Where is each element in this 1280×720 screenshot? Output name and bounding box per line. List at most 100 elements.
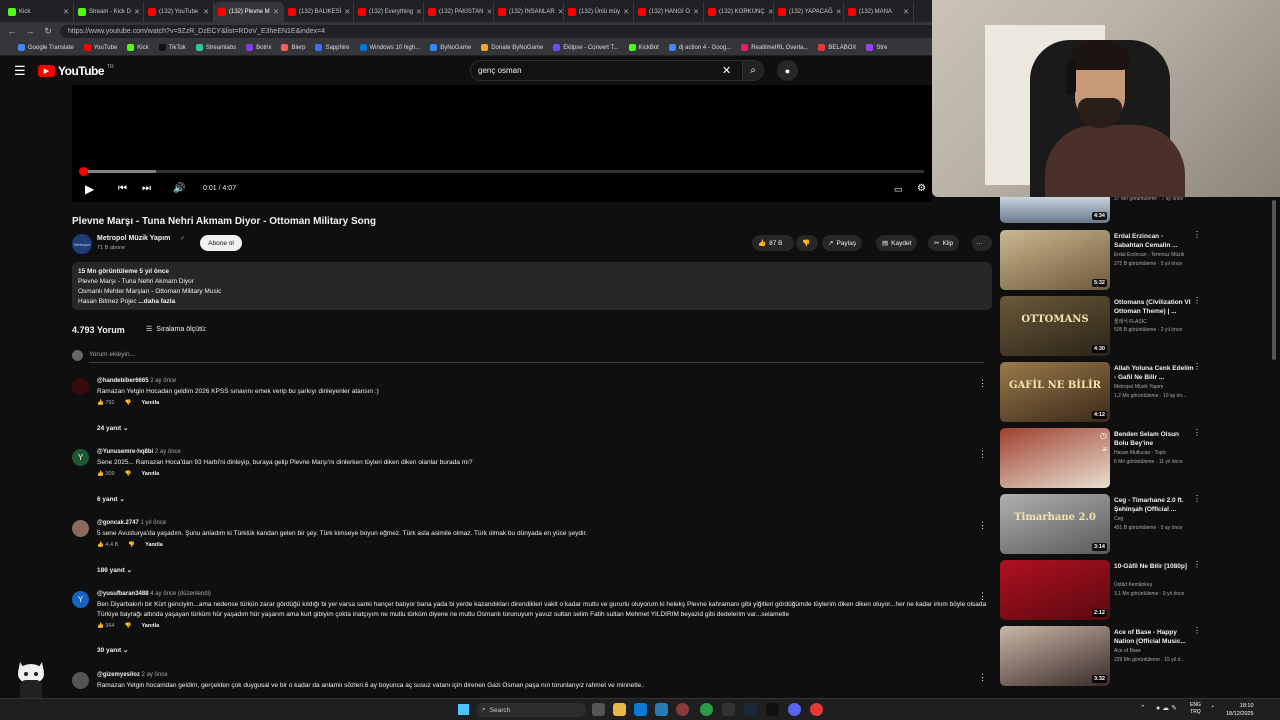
recommendation-item[interactable]: GAFİL NE BİLİR 4:12 Allah Yoluna Cenk Ede… xyxy=(1000,362,1205,422)
show-replies-button[interactable]: 6 yanıt ⌄ xyxy=(97,495,125,503)
recommendation-title[interactable]: 10-Gâfil Ne Bilir [1080p] xyxy=(1114,562,1194,571)
bookmark-item[interactable]: Stre xyxy=(866,44,887,51)
more-actions-button[interactable]: ··· xyxy=(972,235,992,251)
browser-tab[interactable]: (132) BALIKESİ ✕ xyxy=(284,2,354,22)
bookmark-item[interactable]: dj action 4 - Goog... xyxy=(668,44,731,51)
comment-author[interactable]: @yusufbaran3488 4 ay önce (düzenlendi) xyxy=(97,591,211,597)
task-view-icon[interactable] xyxy=(592,703,605,716)
close-tab-icon[interactable]: ✕ xyxy=(836,8,842,16)
clear-search-icon[interactable]: ✕ xyxy=(722,64,731,77)
reload-icon[interactable]: ↻ xyxy=(42,26,54,37)
channel-avatar[interactable]: Metropol xyxy=(72,234,92,254)
recommendation-title[interactable]: Ceg - Timarhane 2.0 ft. Şehinşah (Offici… xyxy=(1114,496,1194,514)
taskbar-search[interactable]: ⌕ Search xyxy=(476,703,586,717)
clip-button[interactable]: ✂ Klip xyxy=(928,235,960,251)
recommendation-channel[interactable]: Ceg xyxy=(1114,516,1123,522)
close-tab-icon[interactable]: ✕ xyxy=(903,8,909,16)
recommendation-thumbnail[interactable]: OTTOMANS 4:30 xyxy=(1000,296,1110,356)
back-icon[interactable]: ← xyxy=(6,26,18,36)
youtube-logo[interactable]: ▶ YouTube TR xyxy=(38,64,114,78)
comment-author[interactable]: @handebiber6665 2 ay önce xyxy=(97,378,176,384)
like-button[interactable]: 👍 87 B xyxy=(752,235,794,251)
taskbar-clock[interactable]: 18:10 18/12/2025 xyxy=(1226,702,1254,718)
settings-icon[interactable]: ⚙ xyxy=(917,183,926,194)
capcut-icon[interactable] xyxy=(766,703,779,716)
comment-dislike-icon[interactable]: 👎 xyxy=(125,471,132,477)
recommendation-title[interactable]: Ace of Base - Happy Nation (Official Mus… xyxy=(1114,628,1194,646)
bookmark-item[interactable]: Kick xyxy=(127,44,149,51)
comment-more-icon[interactable]: ⋮ xyxy=(978,591,987,602)
comment-dislike-icon[interactable]: 👎 xyxy=(128,542,135,548)
close-tab-icon[interactable]: ✕ xyxy=(693,8,699,16)
steam-icon[interactable] xyxy=(744,703,757,716)
recommendation-channel[interactable]: Metropol Müzik Yapım xyxy=(1114,384,1163,390)
recommendation-thumbnail[interactable]: GAFİL NE BİLİR 4:12 xyxy=(1000,362,1110,422)
comment-like-button[interactable]: 👍 364 xyxy=(97,623,115,629)
progress-bar[interactable] xyxy=(79,167,924,176)
file-explorer-icon[interactable] xyxy=(613,703,626,716)
comment-author[interactable]: @goncak.2747 1 yıl önce xyxy=(97,520,166,526)
recommendation-thumbnail[interactable]: 3:32 xyxy=(1000,626,1110,686)
volume-icon[interactable]: 🔊 xyxy=(173,183,185,194)
recommendation-more-icon[interactable]: ⋮ xyxy=(1193,362,1201,371)
recommendation-channel[interactable]: Ace of Base xyxy=(1114,648,1141,654)
recommendation-item[interactable]: 3:32 Ace of Base - Happy Nation (Officia… xyxy=(1000,626,1205,686)
progress-scrubber[interactable] xyxy=(79,167,89,176)
add-to-queue-icon[interactable]: ≡ xyxy=(1102,445,1107,454)
voice-search-button[interactable]: ● xyxy=(777,60,798,81)
recommendation-more-icon[interactable]: ⋮ xyxy=(1193,428,1201,437)
browser-tab[interactable]: (132) Everything ✕ xyxy=(354,2,424,22)
browser-tab[interactable]: (132) MANA ✕ xyxy=(844,2,914,22)
tray-icons[interactable]: ● ☁ ✎ xyxy=(1156,704,1177,712)
previous-icon[interactable]: ⏮ xyxy=(118,183,127,194)
recommendation-item[interactable]: 5:32 Erdal Erzincan - Sabahtan Cemalin .… xyxy=(1000,230,1205,290)
watch-later-icon[interactable]: ◷ xyxy=(1100,431,1107,440)
reply-button[interactable]: Yanıtla xyxy=(145,542,163,548)
close-tab-icon[interactable]: ✕ xyxy=(63,8,69,16)
subtitles-icon[interactable]: ▭ xyxy=(894,184,903,195)
recommendation-title[interactable]: Ottomans (Civilization VI Ottoman Theme)… xyxy=(1114,298,1194,316)
recommendation-thumbnail[interactable]: Timarhane 2.0 3:14 xyxy=(1000,494,1110,554)
bookmark-item[interactable]: TikTok xyxy=(158,44,186,51)
recommendation-item[interactable]: OTTOMANS 4:30 Ottomans (Civilization VI O… xyxy=(1000,296,1205,356)
close-tab-icon[interactable]: ✕ xyxy=(416,8,422,16)
tray-arrow-icon[interactable]: ⌃ xyxy=(1140,704,1146,712)
close-tab-icon[interactable]: ✕ xyxy=(623,8,629,16)
recommendation-item[interactable]: 2:12 10-Gâfil Ne Bilir [1080p] Üstâd Kem… xyxy=(1000,560,1205,620)
comment-avatar[interactable]: Y xyxy=(72,591,89,608)
recommendation-channel[interactable]: Üstâd Kemânkeş xyxy=(1114,582,1152,588)
obs-icon[interactable] xyxy=(676,703,689,716)
recommendation-channel[interactable]: Erdal Erzincan - Temmuz Müzik xyxy=(1114,252,1184,258)
comment-author[interactable]: @Yunusemre-hq8bi 2 ay önce xyxy=(97,449,181,455)
bookmark-item[interactable]: Sapphire xyxy=(315,44,350,51)
recommendation-item[interactable]: Timarhane 2.0 3:14 Ceg - Timarhane 2.0 ft… xyxy=(1000,494,1205,554)
bookmark-item[interactable]: Windows 10 high... xyxy=(359,44,420,51)
bookmark-item[interactable]: ByNoGame xyxy=(430,44,471,51)
close-tab-icon[interactable]: ✕ xyxy=(344,8,350,16)
comment-more-icon[interactable]: ⋮ xyxy=(978,520,987,531)
bookmark-item[interactable]: Streamlabs xyxy=(195,44,236,51)
dislike-button[interactable]: 👎 xyxy=(796,235,818,251)
close-tab-icon[interactable]: ✕ xyxy=(203,8,209,16)
recommendation-more-icon[interactable]: ⋮ xyxy=(1193,560,1201,569)
comment-like-button[interactable]: 👍 4,4 B xyxy=(97,542,118,548)
browser-tab[interactable]: (132) KORKUNÇ ✕ xyxy=(704,2,774,22)
comment-dislike-icon[interactable]: 👎 xyxy=(125,623,132,629)
browser-tab[interactable]: (132) Ünlü müy ✕ xyxy=(564,2,634,22)
recommendation-more-icon[interactable]: ⋮ xyxy=(1193,626,1201,635)
recommendation-more-icon[interactable]: ⋮ xyxy=(1193,296,1201,305)
bookmark-item[interactable]: Blerp xyxy=(281,44,305,51)
subscribe-button[interactable]: Abone ol xyxy=(200,235,242,251)
show-replies-button[interactable]: 30 yanıt ⌄ xyxy=(97,646,128,654)
network-icon[interactable]: ◔ xyxy=(1210,704,1214,711)
recommendation-title[interactable]: Allah Yoluna Cenk Edelim - Gafil Ne Bili… xyxy=(1114,364,1194,382)
add-comment-input[interactable]: Yorum ekleyin... xyxy=(89,351,135,358)
bookmark-item[interactable]: KickBot xyxy=(628,44,659,51)
show-replies-button[interactable]: 186 yanıt ⌄ xyxy=(97,566,132,574)
app-icon[interactable] xyxy=(810,703,823,716)
comment-avatar[interactable] xyxy=(72,672,89,689)
comment-dislike-icon[interactable]: 👎 xyxy=(125,400,132,406)
recommendation-thumbnail[interactable]: 2:12 xyxy=(1000,560,1110,620)
mail-icon[interactable] xyxy=(634,703,647,716)
comment-avatar[interactable]: Y xyxy=(72,449,89,466)
